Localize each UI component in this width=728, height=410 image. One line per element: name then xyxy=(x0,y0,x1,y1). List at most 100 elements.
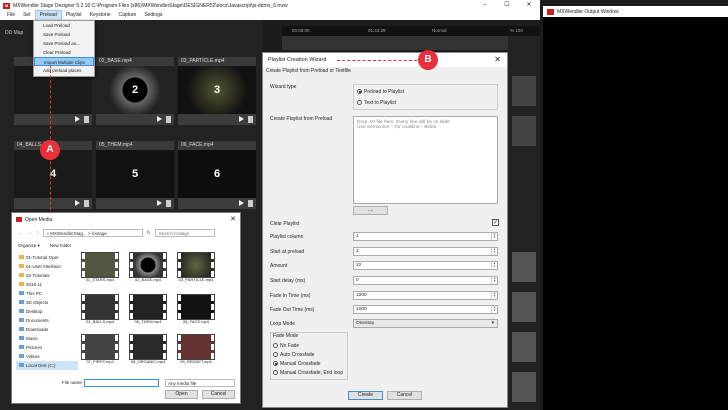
nav-item[interactable]: Local Disk (C:) xyxy=(16,361,78,370)
amount-input[interactable]: 22 ▲ ▼ xyxy=(353,261,498,270)
organize-button[interactable]: Organize ▾ xyxy=(18,243,40,249)
menu-capture[interactable]: Capture xyxy=(115,11,141,20)
menu-file[interactable]: File xyxy=(3,11,19,20)
cancel-button[interactable]: Cancel xyxy=(387,391,422,400)
play-icon[interactable] xyxy=(157,116,162,122)
open-button[interactable]: Open xyxy=(165,390,198,399)
spinner-icon[interactable]: ▲ ▼ xyxy=(491,262,497,269)
cancel-button[interactable]: Cancel xyxy=(202,390,235,399)
menu-keystone[interactable]: Keystone xyxy=(86,11,115,20)
stop-icon[interactable] xyxy=(84,116,89,123)
fade-in-time-input[interactable]: 1000 ▲ ▼ xyxy=(353,291,498,300)
spinner-icon[interactable]: ▲ ▼ xyxy=(491,306,497,313)
chevron-down-icon: ▾ xyxy=(491,321,494,326)
nav-item[interactable]: This PC xyxy=(16,289,78,298)
nav-item[interactable]: Downloads xyxy=(16,325,78,334)
nav-item[interactable]: 02-Tutorials xyxy=(16,271,78,280)
nav-item[interactable]: 3D Objects xyxy=(16,298,78,307)
address-bar[interactable]: « MXWendlerStag... > footage xyxy=(42,229,143,237)
search-input[interactable]: Search footage xyxy=(154,229,215,237)
maximize-icon[interactable]: ☐ xyxy=(496,0,518,11)
preload-tile[interactable]: 03_PARTICLE.mp4 3 xyxy=(178,57,256,125)
stop-icon[interactable] xyxy=(84,200,89,207)
fade-out-time-input[interactable]: 1000 ▲ ▼ xyxy=(353,305,498,314)
menu-settings[interactable]: Settings xyxy=(140,11,166,20)
minimize-icon[interactable]: – xyxy=(474,0,496,11)
menu-item-save-preload[interactable]: Save Preload xyxy=(34,30,94,39)
app-titlebar[interactable]: M MXWendler Stage Designer 5.2.16 C:\Pro… xyxy=(0,0,540,11)
file-item[interactable]: 02_BASE.mp4 xyxy=(129,252,167,282)
output-window-titlebar[interactable]: MXWendler Output Window xyxy=(543,6,728,17)
file-item[interactable]: 06_FACE.mp4 xyxy=(177,294,215,324)
up-arrow-icon[interactable]: ↑ xyxy=(36,230,39,236)
forward-arrow-icon[interactable]: → xyxy=(27,230,32,236)
back-arrow-icon[interactable]: ← xyxy=(18,230,23,236)
open-media-titlebar[interactable]: Open Media ✕ xyxy=(12,213,240,226)
preload-tile[interactable]: 02_BASE.mp4 2 xyxy=(96,57,174,125)
spinner-icon[interactable]: ▲ ▼ xyxy=(491,233,497,240)
nav-item[interactable]: Desktop xyxy=(16,307,78,316)
nav-item[interactable]: Documents xyxy=(16,316,78,325)
menu-playlist[interactable]: Playlist xyxy=(62,11,86,20)
close-icon[interactable]: ✕ xyxy=(494,53,501,67)
file-type-select[interactable]: Any media file xyxy=(165,379,235,387)
strip-block xyxy=(512,292,536,322)
start-at-preload-input[interactable]: 1 ▲ ▼ xyxy=(353,247,498,256)
stop-icon[interactable] xyxy=(166,200,171,207)
menu-item-load-preload[interactable]: Load Preload xyxy=(34,21,94,30)
play-icon[interactable] xyxy=(157,200,162,206)
spinner-icon[interactable]: ▲ ▼ xyxy=(491,292,497,299)
create-button[interactable]: Create xyxy=(348,391,383,400)
stop-icon[interactable] xyxy=(248,116,253,123)
playlist-column-input[interactable]: 1 ▲ ▼ xyxy=(353,232,498,241)
radio-label: Auto Crossfade xyxy=(280,352,315,358)
spinner-icon[interactable]: ▲ ▼ xyxy=(491,248,497,255)
radio-text-to-playlist[interactable]: Text to Playlist xyxy=(357,100,396,106)
menu-item-import-multiple-clips[interactable]: Import Multiple Clips xyxy=(34,57,94,66)
refresh-icon[interactable]: ↻ xyxy=(147,230,151,236)
close-icon[interactable]: ✕ xyxy=(518,0,540,11)
nav-item[interactable]: Music xyxy=(16,334,78,343)
new-folder-button[interactable]: New folder xyxy=(50,243,72,248)
start-delay-input[interactable]: 0 ▲ ▼ xyxy=(353,276,498,285)
nav-item[interactable]: Videos xyxy=(16,352,78,361)
menu-set[interactable]: Set xyxy=(19,11,35,20)
clear-playlist-checkbox[interactable]: ✓ xyxy=(492,219,499,226)
nav-item[interactable]: 2018.11 xyxy=(16,280,78,289)
file-item[interactable]: 07_PIPES.mp4 xyxy=(81,334,119,364)
loop-mode-select[interactable]: Onestop ▾ xyxy=(353,319,498,328)
radio-manual-crossfade-end-loop[interactable]: Manual Crossfade, End loop xyxy=(273,370,343,376)
radio-no-fade[interactable]: No Fade xyxy=(273,343,299,349)
play-icon[interactable] xyxy=(75,116,80,122)
file-name: 04_BALLS.mp4 xyxy=(85,319,115,324)
clear-playlist-label: Clear Playlist xyxy=(270,221,300,227)
browse-button[interactable]: .... xyxy=(353,206,388,215)
radio-preload-to-playlist[interactable]: Preload to Playlist xyxy=(357,89,404,95)
file-item[interactable]: 09_REDNET.mp4 xyxy=(177,334,215,364)
drop-textarea[interactable]: Drop .txt file here. Every line will be … xyxy=(353,116,498,204)
nav-item[interactable]: Pictures xyxy=(16,343,78,352)
file-item[interactable]: 04_BALLS.mp4 xyxy=(81,294,119,324)
menu-item-clear-preload[interactable]: Clear Preload xyxy=(34,48,94,57)
nav-item[interactable]: 01-User Interface xyxy=(16,262,78,271)
preload-tile[interactable]: 06_FACE.mp4 6 xyxy=(178,141,256,209)
play-icon[interactable] xyxy=(239,200,244,206)
nav-item[interactable]: 01-Tutorial Oper xyxy=(16,253,78,262)
preload-tile[interactable]: 05_THEM.mp4 5 xyxy=(96,141,174,209)
file-item[interactable]: 05_THEM.mp4 xyxy=(129,294,167,324)
close-icon[interactable]: ✕ xyxy=(230,215,236,223)
file-item[interactable]: 03_PARTICLE.mp4 xyxy=(177,252,215,282)
file-item[interactable]: 01_STARS.mp4 xyxy=(81,252,119,282)
play-icon[interactable] xyxy=(75,200,80,206)
stop-icon[interactable] xyxy=(248,200,253,207)
file-name-input[interactable] xyxy=(84,379,159,387)
menu-item-add-preload-places[interactable]: Add preload places xyxy=(34,66,94,75)
radio-auto-crossfade[interactable]: Auto Crossfade xyxy=(273,352,314,358)
strip-block xyxy=(512,252,536,282)
play-icon[interactable] xyxy=(239,116,244,122)
menu-item-save-preload-as[interactable]: Save Preload as... xyxy=(34,39,94,48)
stop-icon[interactable] xyxy=(166,116,171,123)
radio-manual-crossfade[interactable]: Manual Crossfade xyxy=(273,361,321,367)
spinner-icon[interactable]: ▲ ▼ xyxy=(491,277,497,284)
file-item[interactable]: 08_ORGANIC.mp4 xyxy=(129,334,167,364)
